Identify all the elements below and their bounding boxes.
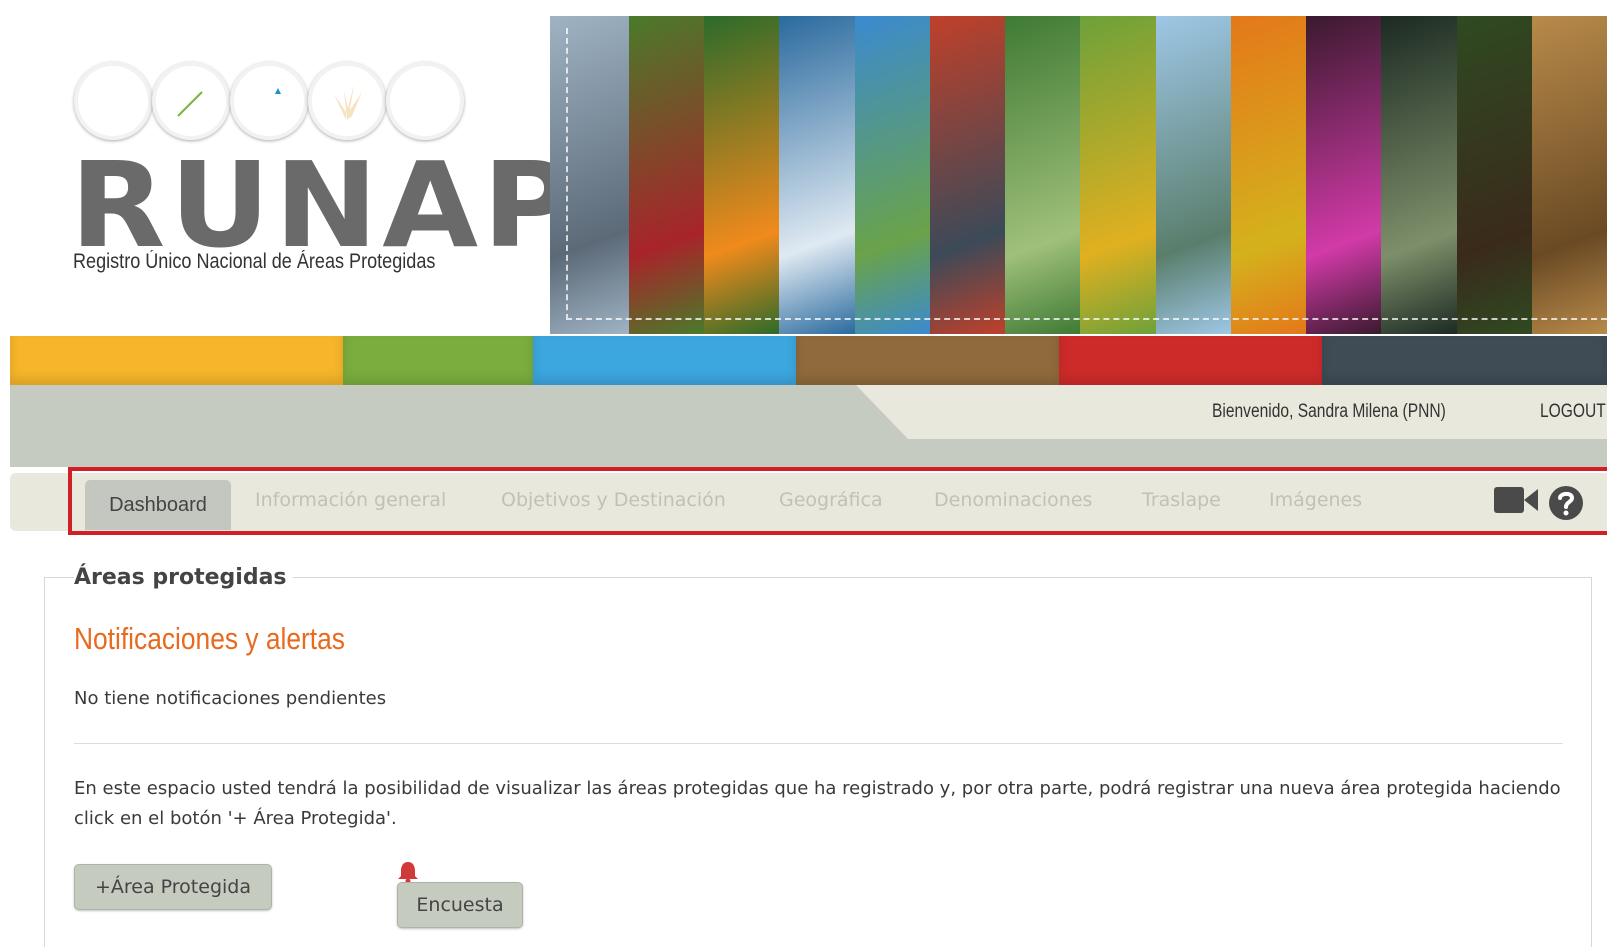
photo-banner	[550, 16, 1607, 334]
color-bar-segment	[1322, 336, 1607, 385]
logout-link[interactable]: LOGOUT	[1540, 401, 1606, 423]
welcome-message: Bienvenido, Sandra Milena (PNN)	[1212, 401, 1446, 422]
orchid-photo	[1306, 16, 1382, 334]
palm-tree-icon	[74, 62, 152, 140]
green-valley-photo	[1005, 16, 1081, 334]
basket-weaving-photo	[1531, 16, 1607, 334]
mountain-icon	[230, 62, 308, 140]
flower-butterfly-photo	[704, 16, 780, 334]
no-notifications-text: No tiene notificaciones pendientes	[74, 688, 387, 709]
color-bar	[10, 336, 1607, 385]
palm-beach-photo	[854, 16, 930, 334]
coffee-berries-photo	[629, 16, 705, 334]
survey-button[interactable]: Encuesta	[397, 882, 523, 928]
fish-photo	[1381, 16, 1457, 334]
bear-icon	[386, 62, 464, 140]
add-area-button[interactable]: +Área Protegida	[74, 864, 272, 910]
runap-logo[interactable]: RUNAP Registro Único Nacional de Áreas P…	[70, 58, 573, 288]
panel-legend: Áreas protegidas	[74, 565, 293, 590]
divider	[74, 743, 1563, 744]
waterfall-sky-photo	[779, 16, 855, 334]
heliconia-photo	[929, 16, 1006, 334]
sea-coast-photo	[1155, 16, 1231, 334]
description-text: En este espacio usted tendrá la posibili…	[74, 778, 1561, 829]
color-bar-segment	[343, 336, 533, 385]
logo-wordmark: RUNAP	[70, 136, 578, 274]
grass-icon	[308, 62, 386, 140]
leaf-icon	[152, 62, 230, 140]
condor-mountain-photo	[550, 16, 629, 334]
macaw-feathers-photo	[1230, 16, 1307, 334]
monkey-photo	[1456, 16, 1532, 334]
notifications-title: Notificaciones y alertas	[74, 621, 345, 656]
logo-subtitle: Registro Único Nacional de Áreas Protegi…	[73, 250, 436, 273]
color-bar-segment	[796, 336, 1059, 385]
color-bar-segment	[1059, 336, 1322, 385]
color-bar-segment	[10, 336, 343, 385]
tree-frog-photo	[1080, 16, 1156, 334]
color-bar-segment	[533, 336, 796, 385]
tab-bar-highlight	[68, 467, 1607, 535]
